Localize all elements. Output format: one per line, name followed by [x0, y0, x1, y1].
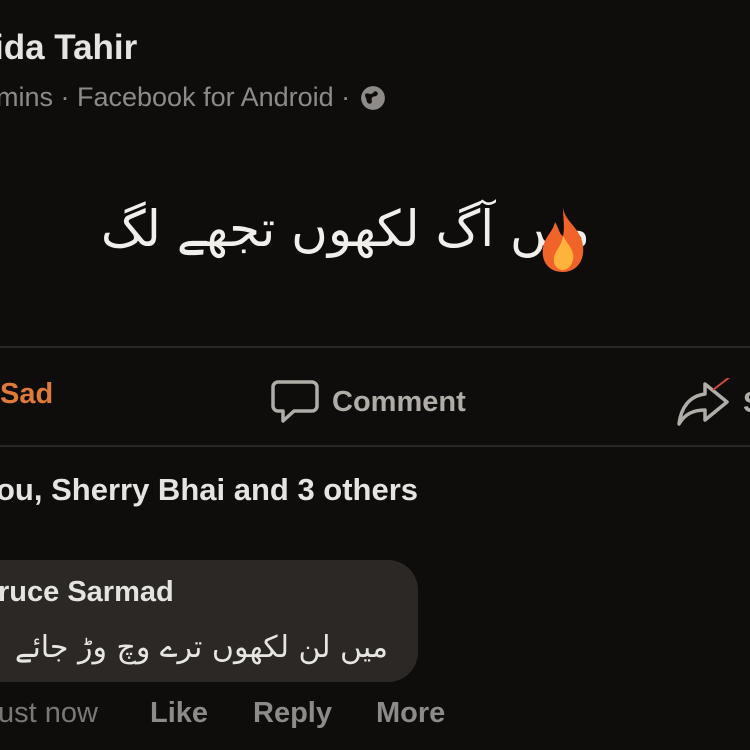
speech-bubble-icon [271, 380, 319, 423]
sad-reaction-label: Sad [0, 378, 54, 410]
sad-reaction-button[interactable]: Sad [0, 378, 53, 411]
post-author-name[interactable]: ida Tahir [0, 28, 137, 68]
divider-bottom [0, 445, 750, 447]
post-text: میں آگ لکھوں تجھے لگ [100, 200, 590, 258]
comment-text: میں لن لکھوں ترے وچ وڑ جائے [14, 630, 388, 665]
comment-button[interactable]: Comment [270, 378, 466, 426]
post-meta-text: mins · Facebook for Android · [0, 82, 351, 112]
comment-timestamp: ust now [0, 697, 98, 729]
post-meta: mins · Facebook for Android · [0, 82, 386, 113]
share-button[interactable]: S [675, 378, 750, 428]
comment-label: Comment [332, 385, 466, 418]
more-button[interactable]: More [376, 697, 445, 730]
divider-top [0, 346, 750, 348]
comment-author-name[interactable]: ruce Sarmad [0, 576, 174, 609]
share-label: S [743, 387, 750, 420]
reply-button[interactable]: Reply [253, 697, 332, 730]
fire-emoji-icon [542, 208, 584, 272]
like-button[interactable]: Like [150, 697, 208, 730]
globe-icon [361, 85, 386, 110]
reactions-summary[interactable]: ou, Sherry Bhai and 3 others [0, 472, 418, 508]
share-arrow-icon [677, 378, 731, 426]
